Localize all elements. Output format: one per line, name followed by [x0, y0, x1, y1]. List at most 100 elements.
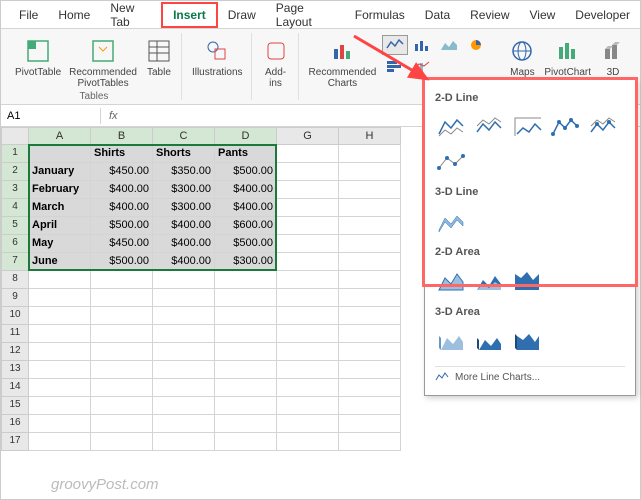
cell-d1[interactable]: Pants [215, 145, 277, 163]
line-markers-option-3[interactable] [435, 146, 469, 176]
cell-a1[interactable] [29, 145, 91, 163]
3d-area-option-1[interactable] [435, 326, 469, 356]
tab-view[interactable]: View [520, 4, 566, 26]
col-header-b[interactable]: B [91, 127, 153, 145]
col-header-c[interactable]: C [153, 127, 215, 145]
row-header-11[interactable]: 11 [1, 325, 29, 343]
tab-review[interactable]: Review [460, 4, 519, 26]
area-option-1[interactable] [435, 266, 469, 296]
area-chart-button[interactable] [436, 35, 462, 55]
cell-d5[interactable]: $600.00 [215, 217, 277, 235]
line-markers-option-1[interactable] [549, 112, 583, 142]
cell-a5[interactable]: April [29, 217, 91, 235]
cell-c1[interactable]: Shorts [153, 145, 215, 163]
cells-area[interactable]: Shirts Shorts Pants January$450.00$350.0… [29, 145, 401, 451]
line-chart-button[interactable] [382, 35, 408, 55]
3d-line-option[interactable] [435, 206, 469, 236]
maps-button[interactable]: Maps [506, 35, 538, 80]
tab-insert[interactable]: Insert [161, 2, 218, 28]
line-chart-option-2[interactable] [473, 112, 507, 142]
select-all-corner[interactable] [1, 127, 29, 145]
cell-c7[interactable]: $400.00 [153, 253, 215, 271]
cell-d2[interactable]: $500.00 [215, 163, 277, 181]
cell-b5[interactable]: $500.00 [91, 217, 153, 235]
row-header-13[interactable]: 13 [1, 361, 29, 379]
line-markers-option-2[interactable] [587, 112, 621, 142]
cell-d3[interactable]: $400.00 [215, 181, 277, 199]
row-header-14[interactable]: 14 [1, 379, 29, 397]
tab-draw[interactable]: Draw [218, 4, 266, 26]
addins-button[interactable]: Add- ins [260, 35, 292, 91]
cell-b1[interactable]: Shirts [91, 145, 153, 163]
cell-b6[interactable]: $450.00 [91, 235, 153, 253]
cell-a7[interactable]: June [29, 253, 91, 271]
row-header-12[interactable]: 12 [1, 343, 29, 361]
cell-c3[interactable]: $300.00 [153, 181, 215, 199]
cell-c6[interactable]: $400.00 [153, 235, 215, 253]
3d-area-option-3[interactable] [511, 326, 545, 356]
fx-icon[interactable]: fx [101, 110, 126, 122]
row-header-3[interactable]: 3 [1, 181, 29, 199]
cell-d4[interactable]: $400.00 [215, 199, 277, 217]
col-header-a[interactable]: A [29, 127, 91, 145]
line-chart-option-3[interactable] [511, 112, 545, 142]
area-option-3[interactable] [511, 266, 545, 296]
3d-area-option-2[interactable] [473, 326, 507, 356]
area-option-2[interactable] [473, 266, 507, 296]
tab-home[interactable]: Home [48, 4, 100, 26]
row-header-7[interactable]: 7 [1, 253, 29, 271]
recommended-pivottables-button[interactable]: Recommended PivotTables [67, 35, 139, 91]
cell-a2[interactable]: January [29, 163, 91, 181]
cell-c5[interactable]: $400.00 [153, 217, 215, 235]
cell-a4[interactable]: March [29, 199, 91, 217]
col-header-g[interactable]: G [277, 127, 339, 145]
illustrations-button[interactable]: Illustrations [190, 35, 245, 80]
cell-h1[interactable] [339, 145, 401, 163]
row-header-15[interactable]: 15 [1, 397, 29, 415]
cell-d7[interactable]: $300.00 [215, 253, 277, 271]
combo-chart-button[interactable] [409, 56, 435, 76]
tab-pagelayout[interactable]: Page Layout [266, 0, 345, 33]
row-header-5[interactable]: 5 [1, 217, 29, 235]
row-header-8[interactable]: 8 [1, 271, 29, 289]
cell-a6[interactable]: May [29, 235, 91, 253]
row-header-6[interactable]: 6 [1, 235, 29, 253]
row-header-2[interactable]: 2 [1, 163, 29, 181]
more-line-charts[interactable]: More Line Charts... [435, 366, 625, 387]
cell-a3[interactable]: February [29, 181, 91, 199]
row-header-10[interactable]: 10 [1, 307, 29, 325]
illustrations-label: Illustrations [192, 67, 243, 78]
column-chart-button[interactable] [409, 35, 435, 55]
row-header-16[interactable]: 16 [1, 415, 29, 433]
tab-developer[interactable]: Developer [565, 4, 640, 26]
line-chart-option-1[interactable] [435, 112, 469, 142]
col-header-h[interactable]: H [339, 127, 401, 145]
pie-chart-button[interactable] [463, 35, 489, 55]
tab-file[interactable]: File [9, 4, 48, 26]
cell-b4[interactable]: $400.00 [91, 199, 153, 217]
name-box[interactable]: A1 [1, 108, 101, 124]
cell-b3[interactable]: $400.00 [91, 181, 153, 199]
tab-newtab[interactable]: New Tab [100, 0, 161, 33]
row-header-9[interactable]: 9 [1, 289, 29, 307]
tab-data[interactable]: Data [415, 4, 460, 26]
tables-group-label: Tables [80, 91, 109, 102]
3d-map-button[interactable]: 3D [597, 35, 629, 80]
tab-formulas[interactable]: Formulas [345, 4, 415, 26]
cell-b7[interactable]: $500.00 [91, 253, 153, 271]
pivottable-label: PivotTable [15, 67, 61, 78]
bar-chart-button[interactable] [382, 56, 408, 76]
col-header-d[interactable]: D [215, 127, 277, 145]
row-header-17[interactable]: 17 [1, 433, 29, 451]
cell-c2[interactable]: $350.00 [153, 163, 215, 181]
row-header-1[interactable]: 1 [1, 145, 29, 163]
pivottable-button[interactable]: PivotTable [13, 35, 63, 80]
pivotchart-button[interactable]: PivotChart [542, 35, 593, 80]
cell-b2[interactable]: $450.00 [91, 163, 153, 181]
cell-g1[interactable] [277, 145, 339, 163]
recommended-charts-button[interactable]: Recommended Charts [307, 35, 379, 91]
table-button[interactable]: Table [143, 35, 175, 80]
cell-d6[interactable]: $500.00 [215, 235, 277, 253]
row-header-4[interactable]: 4 [1, 199, 29, 217]
cell-c4[interactable]: $300.00 [153, 199, 215, 217]
